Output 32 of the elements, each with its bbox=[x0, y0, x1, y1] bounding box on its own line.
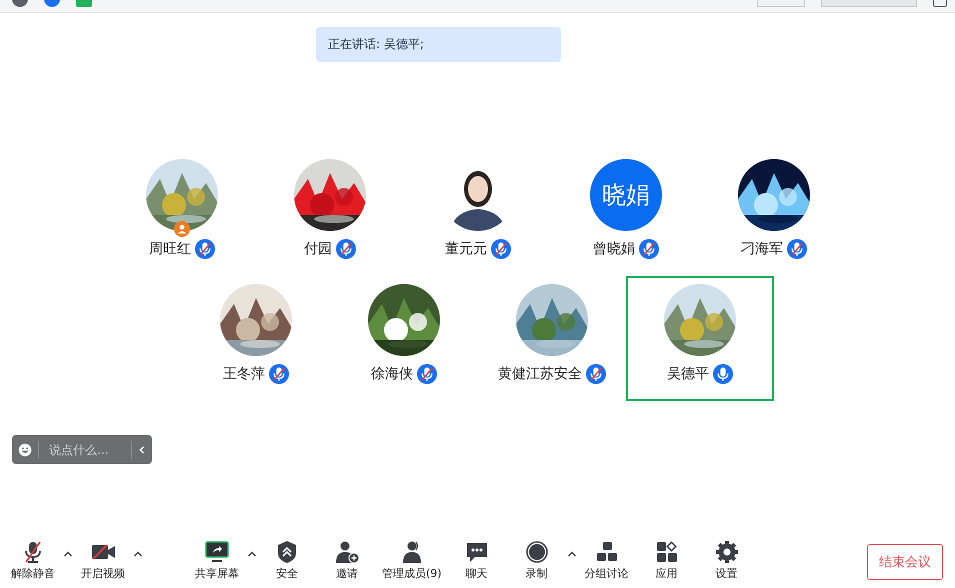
members-button[interactable]: 管理成员(9) bbox=[377, 540, 447, 581]
chat-button[interactable]: 聊天 bbox=[446, 540, 507, 581]
collapse-icon[interactable] bbox=[138, 444, 146, 456]
participant-name: 刁海军 bbox=[741, 240, 783, 258]
emoji-icon[interactable] bbox=[18, 440, 40, 458]
mic-button[interactable]: 解除静音 bbox=[3, 540, 63, 581]
settings-button[interactable]: 设置 bbox=[696, 540, 757, 581]
participant-name: 周旺红 bbox=[149, 240, 191, 258]
invite-button[interactable]: 邀请 bbox=[317, 540, 377, 581]
apps-button[interactable]: 应用 bbox=[636, 540, 697, 581]
breakout-button[interactable]: 分组讨论 bbox=[576, 540, 637, 581]
participant-name: 付园 bbox=[304, 240, 332, 258]
participant-name: 王冬萍 bbox=[223, 365, 265, 383]
caret-icon[interactable] bbox=[247, 550, 257, 558]
security-button[interactable]: 安全 bbox=[257, 540, 317, 581]
speaking-banner: 正在讲话: 吴德平; bbox=[316, 27, 561, 62]
caret-icon[interactable] bbox=[63, 550, 73, 558]
participant-name: 徐海侠 bbox=[371, 365, 413, 383]
avatar: 晓娟 bbox=[590, 159, 662, 231]
share-button[interactable]: 共享屏幕 bbox=[187, 540, 247, 581]
caret-icon[interactable] bbox=[566, 550, 577, 558]
participant-name: 吴德平 bbox=[667, 365, 709, 383]
participant-name: 曾晓娟 bbox=[593, 240, 635, 258]
share-icon bbox=[203, 540, 231, 564]
end-meeting-button[interactable]: 结束会议 bbox=[867, 544, 943, 580]
video-button[interactable]: 开启视频 bbox=[73, 540, 133, 581]
participant-name: 黄健江苏安全 bbox=[498, 365, 582, 383]
participant-name: 董元元 bbox=[445, 240, 487, 258]
chat-field[interactable]: 说点什么... bbox=[12, 435, 152, 464]
invite-icon bbox=[333, 540, 361, 564]
caret-icon[interactable] bbox=[133, 550, 143, 558]
record-button[interactable]: 录制 bbox=[506, 540, 567, 581]
